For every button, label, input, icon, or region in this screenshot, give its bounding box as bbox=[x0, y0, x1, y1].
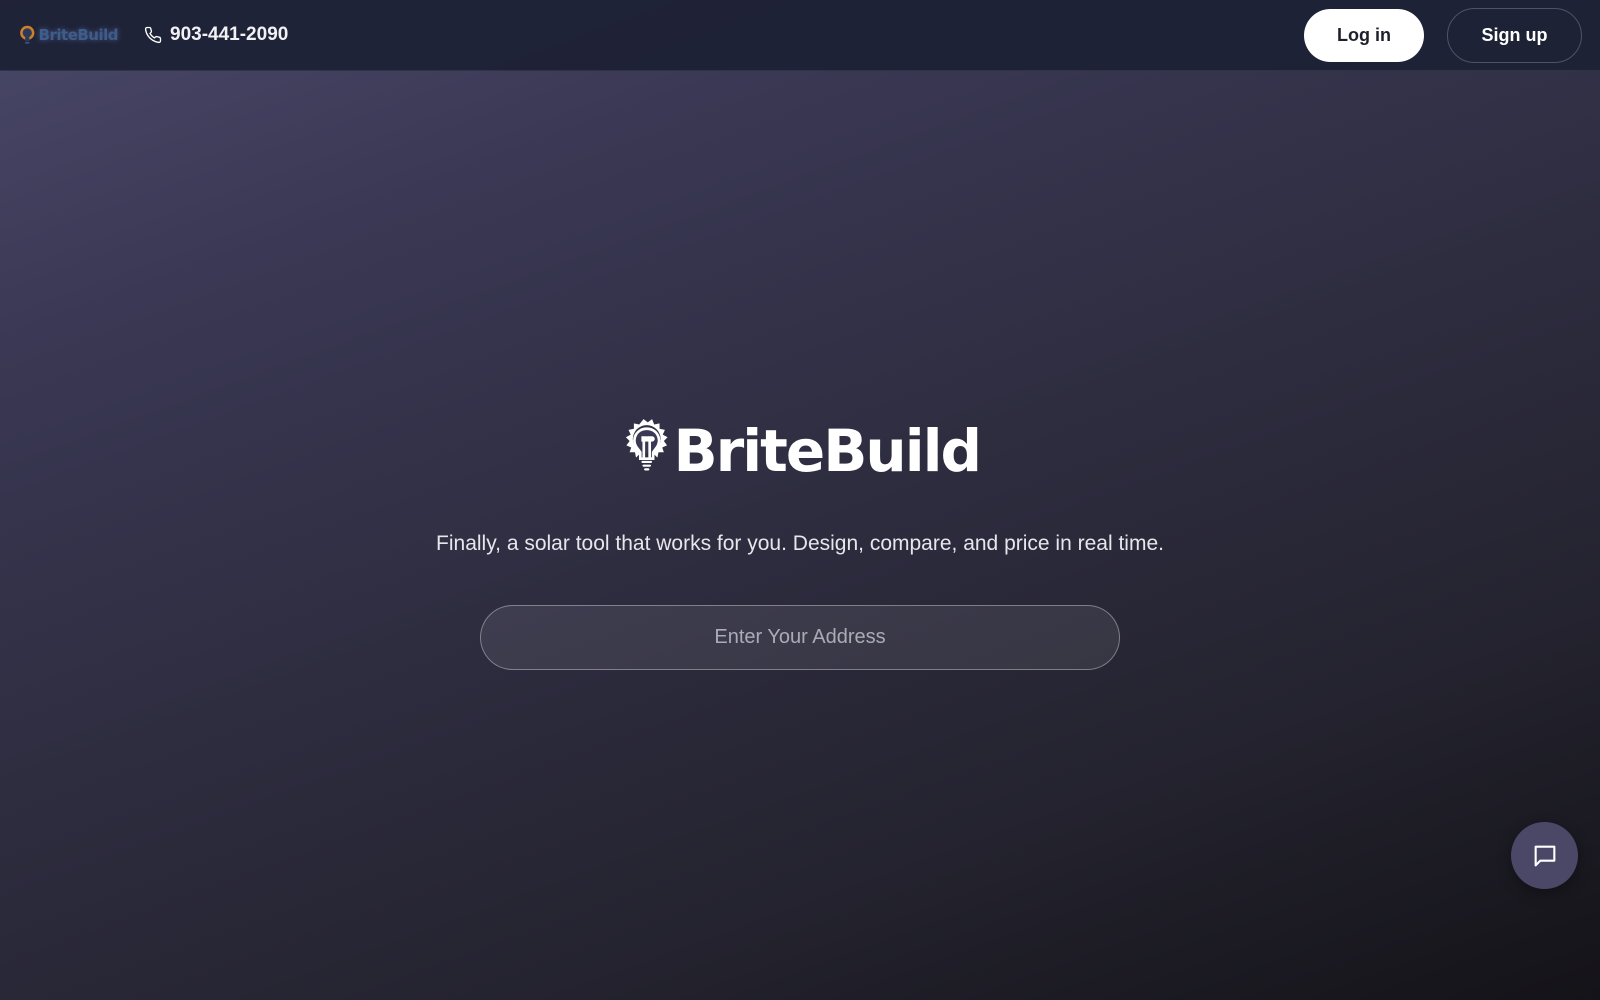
gear-lightbulb-logo-icon bbox=[625, 419, 668, 471]
login-button[interactable]: Log in bbox=[1304, 9, 1424, 62]
phone-contact[interactable]: 903-441-2090 bbox=[144, 22, 288, 48]
hero-tagline: Finally, a solar tool that works for you… bbox=[436, 532, 1164, 555]
phone-number: 903-441-2090 bbox=[170, 24, 289, 45]
hero-brand-name: BriteBuild bbox=[673, 417, 982, 485]
chat-bubble-icon bbox=[1534, 845, 1555, 866]
lightbulb-logo-icon bbox=[20, 25, 35, 44]
address-search-input[interactable] bbox=[480, 605, 1120, 670]
brand-name: BriteBuild bbox=[38, 26, 119, 44]
chat-button[interactable] bbox=[1511, 822, 1578, 889]
top-navigation-bar: BriteBuild 903-441-2090 Log in Sign up bbox=[0, 0, 1600, 71]
signup-button[interactable]: Sign up bbox=[1447, 8, 1582, 63]
brand-logo-link[interactable]: BriteBuild bbox=[18, 18, 119, 52]
hero-logo: BriteBuild bbox=[620, 390, 982, 506]
phone-icon bbox=[144, 26, 162, 44]
